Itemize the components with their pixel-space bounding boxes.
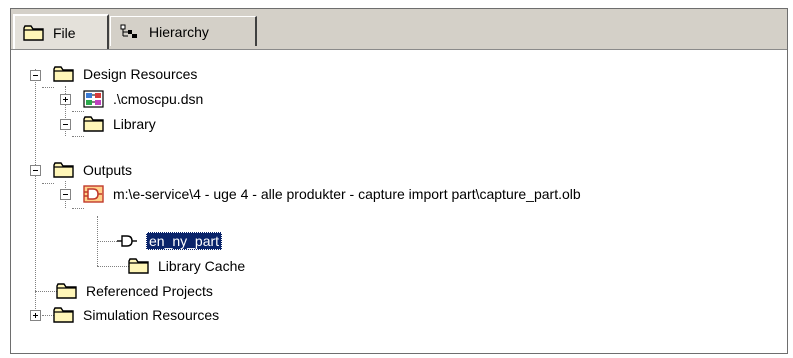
tree-connector: [72, 208, 84, 209]
part-library-icon: [83, 185, 104, 203]
tree-item-label: Outputs: [83, 162, 133, 178]
folder-icon: [23, 24, 44, 41]
tab-strip: File Hierarchy: [11, 9, 787, 50]
tree-item-label: Referenced Projects: [86, 283, 213, 299]
tree-item-design-resources[interactable]: Design Resources: [53, 62, 197, 86]
hierarchy-icon: [120, 24, 137, 38]
tree-connector: [42, 183, 54, 184]
tree-item-label: Design Resources: [83, 66, 198, 82]
tab-hierarchy[interactable]: Hierarchy: [110, 16, 257, 46]
tree-item-olb-library[interactable]: m:\e-service\4 - uge 4 - alle produkter …: [83, 182, 581, 206]
tree-item-label: m:\e-service\4 - uge 4 - alle produkter …: [113, 186, 581, 202]
tree-connector: [97, 266, 129, 267]
tab-file-label: File: [53, 24, 76, 41]
expand-toggle-simulation[interactable]: [30, 310, 41, 321]
schematic-design-icon: [83, 90, 104, 108]
tree-item-library-cache[interactable]: Library Cache: [128, 254, 245, 278]
tree-item-outputs[interactable]: Outputs: [53, 158, 132, 182]
tree-item-label: Library Cache: [158, 258, 246, 274]
tree-item-dsn-file[interactable]: .\cmoscpu.dsn: [83, 87, 203, 111]
folder-icon: [128, 258, 149, 274]
and-gate-icon: [117, 235, 137, 247]
tree-item-referenced-projects[interactable]: Referenced Projects: [56, 279, 213, 303]
tree-item-library[interactable]: Library: [83, 112, 156, 136]
project-manager-window: File Hierarchy Design Resources .\cmoscp…: [10, 8, 788, 354]
tree-item-label: Library: [113, 116, 156, 132]
tree-connector: [72, 136, 84, 137]
tree-item-part[interactable]: en_ny_part: [116, 229, 223, 253]
folder-icon: [53, 307, 74, 323]
folder-icon: [53, 66, 74, 82]
folder-icon: [56, 283, 77, 299]
tree-connector: [35, 69, 36, 315]
collapse-toggle-outputs[interactable]: [30, 165, 41, 176]
project-tree[interactable]: Design Resources .\cmoscpu.dsn Library O…: [11, 50, 787, 353]
tree-item-simulation-resources[interactable]: Simulation Resources: [53, 303, 219, 327]
collapse-toggle-olb[interactable]: [60, 189, 71, 200]
collapse-toggle-library[interactable]: [60, 119, 71, 130]
tree-connector: [35, 291, 57, 292]
tree-item-label-selected: en_ny_part: [146, 232, 223, 250]
folder-icon: [53, 162, 74, 178]
tree-connector: [97, 241, 117, 242]
tree-item-label: Simulation Resources: [83, 307, 220, 323]
collapse-toggle-design-resources[interactable]: [30, 70, 41, 81]
folder-icon: [83, 116, 104, 132]
tab-hierarchy-label: Hierarchy: [149, 23, 209, 40]
expand-toggle-dsn[interactable]: [60, 94, 71, 105]
tree-item-label: .\cmoscpu.dsn: [113, 91, 204, 107]
tab-file[interactable]: File: [13, 14, 109, 49]
tree-connector: [42, 87, 54, 88]
